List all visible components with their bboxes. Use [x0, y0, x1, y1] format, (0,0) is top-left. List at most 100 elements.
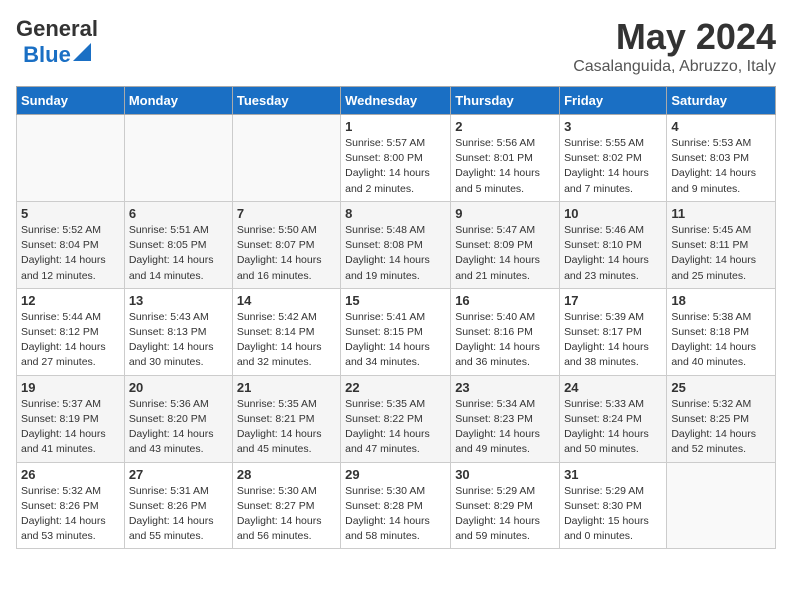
calendar-cell: 14 Sunrise: 5:42 AM Sunset: 8:14 PM Dayli…: [232, 288, 340, 375]
calendar-week-row: 1 Sunrise: 5:57 AM Sunset: 8:00 PM Daylig…: [17, 115, 776, 202]
day-number: 6: [129, 206, 228, 221]
day-number: 22: [345, 380, 446, 395]
day-number: 20: [129, 380, 228, 395]
day-number: 16: [455, 293, 555, 308]
calendar-cell: 7 Sunrise: 5:50 AM Sunset: 8:07 PM Daylig…: [232, 201, 340, 288]
day-number: 29: [345, 467, 446, 482]
day-number: 14: [237, 293, 336, 308]
month-title: May 2024: [573, 16, 776, 58]
day-number: 31: [564, 467, 662, 482]
calendar-cell: 22 Sunrise: 5:35 AM Sunset: 8:22 PM Dayli…: [341, 375, 451, 462]
calendar-cell: 27 Sunrise: 5:31 AM Sunset: 8:26 PM Dayli…: [124, 462, 232, 549]
day-number: 12: [21, 293, 120, 308]
calendar-cell: [232, 115, 340, 202]
day-number: 9: [455, 206, 555, 221]
day-info: Sunrise: 5:36 AM Sunset: 8:20 PM Dayligh…: [129, 397, 228, 458]
day-info: Sunrise: 5:35 AM Sunset: 8:22 PM Dayligh…: [345, 397, 446, 458]
logo-triangle-icon: [73, 43, 91, 61]
day-info: Sunrise: 5:44 AM Sunset: 8:12 PM Dayligh…: [21, 310, 120, 371]
day-info: Sunrise: 5:33 AM Sunset: 8:24 PM Dayligh…: [564, 397, 662, 458]
day-number: 21: [237, 380, 336, 395]
calendar-cell: 15 Sunrise: 5:41 AM Sunset: 8:15 PM Dayli…: [341, 288, 451, 375]
day-info: Sunrise: 5:29 AM Sunset: 8:30 PM Dayligh…: [564, 484, 662, 545]
day-number: 1: [345, 119, 446, 134]
calendar-cell: [17, 115, 125, 202]
day-number: 8: [345, 206, 446, 221]
day-info: Sunrise: 5:56 AM Sunset: 8:01 PM Dayligh…: [455, 136, 555, 197]
weekday-header: Friday: [560, 87, 667, 115]
day-info: Sunrise: 5:57 AM Sunset: 8:00 PM Dayligh…: [345, 136, 446, 197]
calendar-cell: 24 Sunrise: 5:33 AM Sunset: 8:24 PM Dayli…: [560, 375, 667, 462]
day-number: 10: [564, 206, 662, 221]
day-info: Sunrise: 5:48 AM Sunset: 8:08 PM Dayligh…: [345, 223, 446, 284]
logo-top: General: [16, 16, 98, 42]
day-info: Sunrise: 5:45 AM Sunset: 8:11 PM Dayligh…: [671, 223, 771, 284]
calendar-table: SundayMondayTuesdayWednesdayThursdayFrid…: [16, 86, 776, 549]
calendar-cell: [667, 462, 776, 549]
day-info: Sunrise: 5:31 AM Sunset: 8:26 PM Dayligh…: [129, 484, 228, 545]
day-number: 15: [345, 293, 446, 308]
title-area: May 2024 Casalanguida, Abruzzo, Italy: [573, 16, 776, 76]
day-info: Sunrise: 5:47 AM Sunset: 8:09 PM Dayligh…: [455, 223, 555, 284]
logo-bottom: Blue: [23, 42, 91, 68]
calendar-cell: 26Sunrise: 5:32 AM Sunset: 8:26 PM Dayli…: [17, 462, 125, 549]
calendar-cell: 10 Sunrise: 5:46 AM Sunset: 8:10 PM Dayli…: [560, 201, 667, 288]
day-info: Sunrise: 5:50 AM Sunset: 8:07 PM Dayligh…: [237, 223, 336, 284]
day-info: Sunrise: 5:41 AM Sunset: 8:15 PM Dayligh…: [345, 310, 446, 371]
calendar-week-row: 12 Sunrise: 5:44 AM Sunset: 8:12 PM Dayli…: [17, 288, 776, 375]
weekday-header: Sunday: [17, 87, 125, 115]
calendar-cell: 2 Sunrise: 5:56 AM Sunset: 8:01 PM Daylig…: [451, 115, 560, 202]
day-number: 17: [564, 293, 662, 308]
day-info: Sunrise: 5:30 AM Sunset: 8:27 PM Dayligh…: [237, 484, 336, 545]
calendar-cell: 19Sunrise: 5:37 AM Sunset: 8:19 PM Dayli…: [17, 375, 125, 462]
calendar-cell: 29 Sunrise: 5:30 AM Sunset: 8:28 PM Dayli…: [341, 462, 451, 549]
calendar-cell: 25 Sunrise: 5:32 AM Sunset: 8:25 PM Dayli…: [667, 375, 776, 462]
day-number: 5: [21, 206, 120, 221]
day-number: 23: [455, 380, 555, 395]
day-info: Sunrise: 5:30 AM Sunset: 8:28 PM Dayligh…: [345, 484, 446, 545]
day-info: Sunrise: 5:55 AM Sunset: 8:02 PM Dayligh…: [564, 136, 662, 197]
calendar-week-row: 5Sunrise: 5:52 AM Sunset: 8:04 PM Daylig…: [17, 201, 776, 288]
day-info: Sunrise: 5:38 AM Sunset: 8:18 PM Dayligh…: [671, 310, 771, 371]
day-info: Sunrise: 5:39 AM Sunset: 8:17 PM Dayligh…: [564, 310, 662, 371]
calendar-cell: 1 Sunrise: 5:57 AM Sunset: 8:00 PM Daylig…: [341, 115, 451, 202]
calendar-cell: 16Sunrise: 5:40 AM Sunset: 8:16 PM Dayli…: [451, 288, 560, 375]
calendar-cell: [124, 115, 232, 202]
day-info: Sunrise: 5:43 AM Sunset: 8:13 PM Dayligh…: [129, 310, 228, 371]
day-number: 4: [671, 119, 771, 134]
calendar-week-row: 26Sunrise: 5:32 AM Sunset: 8:26 PM Dayli…: [17, 462, 776, 549]
day-number: 26: [21, 467, 120, 482]
calendar-cell: 17 Sunrise: 5:39 AM Sunset: 8:17 PM Dayli…: [560, 288, 667, 375]
weekday-header: Thursday: [451, 87, 560, 115]
day-info: Sunrise: 5:32 AM Sunset: 8:25 PM Dayligh…: [671, 397, 771, 458]
location-title: Casalanguida, Abruzzo, Italy: [573, 58, 776, 76]
logo-icon: General Blue: [16, 16, 98, 68]
day-info: Sunrise: 5:53 AM Sunset: 8:03 PM Dayligh…: [671, 136, 771, 197]
day-number: 25: [671, 380, 771, 395]
calendar-cell: 3Sunrise: 5:55 AM Sunset: 8:02 PM Daylig…: [560, 115, 667, 202]
day-number: 18: [671, 293, 771, 308]
day-number: 24: [564, 380, 662, 395]
calendar-cell: 9 Sunrise: 5:47 AM Sunset: 8:09 PM Daylig…: [451, 201, 560, 288]
logo: General Blue: [16, 16, 98, 68]
day-info: Sunrise: 5:34 AM Sunset: 8:23 PM Dayligh…: [455, 397, 555, 458]
day-number: 11: [671, 206, 771, 221]
day-info: Sunrise: 5:46 AM Sunset: 8:10 PM Dayligh…: [564, 223, 662, 284]
calendar-cell: 31 Sunrise: 5:29 AM Sunset: 8:30 PM Dayli…: [560, 462, 667, 549]
calendar-week-row: 19Sunrise: 5:37 AM Sunset: 8:19 PM Dayli…: [17, 375, 776, 462]
weekday-header: Wednesday: [341, 87, 451, 115]
calendar-cell: 8 Sunrise: 5:48 AM Sunset: 8:08 PM Daylig…: [341, 201, 451, 288]
calendar-cell: 11 Sunrise: 5:45 AM Sunset: 8:11 PM Dayli…: [667, 201, 776, 288]
day-number: 2: [455, 119, 555, 134]
day-number: 27: [129, 467, 228, 482]
day-info: Sunrise: 5:35 AM Sunset: 8:21 PM Dayligh…: [237, 397, 336, 458]
day-info: Sunrise: 5:37 AM Sunset: 8:19 PM Dayligh…: [21, 397, 120, 458]
day-info: Sunrise: 5:42 AM Sunset: 8:14 PM Dayligh…: [237, 310, 336, 371]
calendar-cell: 30Sunrise: 5:29 AM Sunset: 8:29 PM Dayli…: [451, 462, 560, 549]
calendar-cell: 12 Sunrise: 5:44 AM Sunset: 8:12 PM Dayli…: [17, 288, 125, 375]
day-number: 7: [237, 206, 336, 221]
day-number: 13: [129, 293, 228, 308]
calendar-cell: 18 Sunrise: 5:38 AM Sunset: 8:18 PM Dayli…: [667, 288, 776, 375]
weekday-header: Monday: [124, 87, 232, 115]
day-info: Sunrise: 5:51 AM Sunset: 8:05 PM Dayligh…: [129, 223, 228, 284]
